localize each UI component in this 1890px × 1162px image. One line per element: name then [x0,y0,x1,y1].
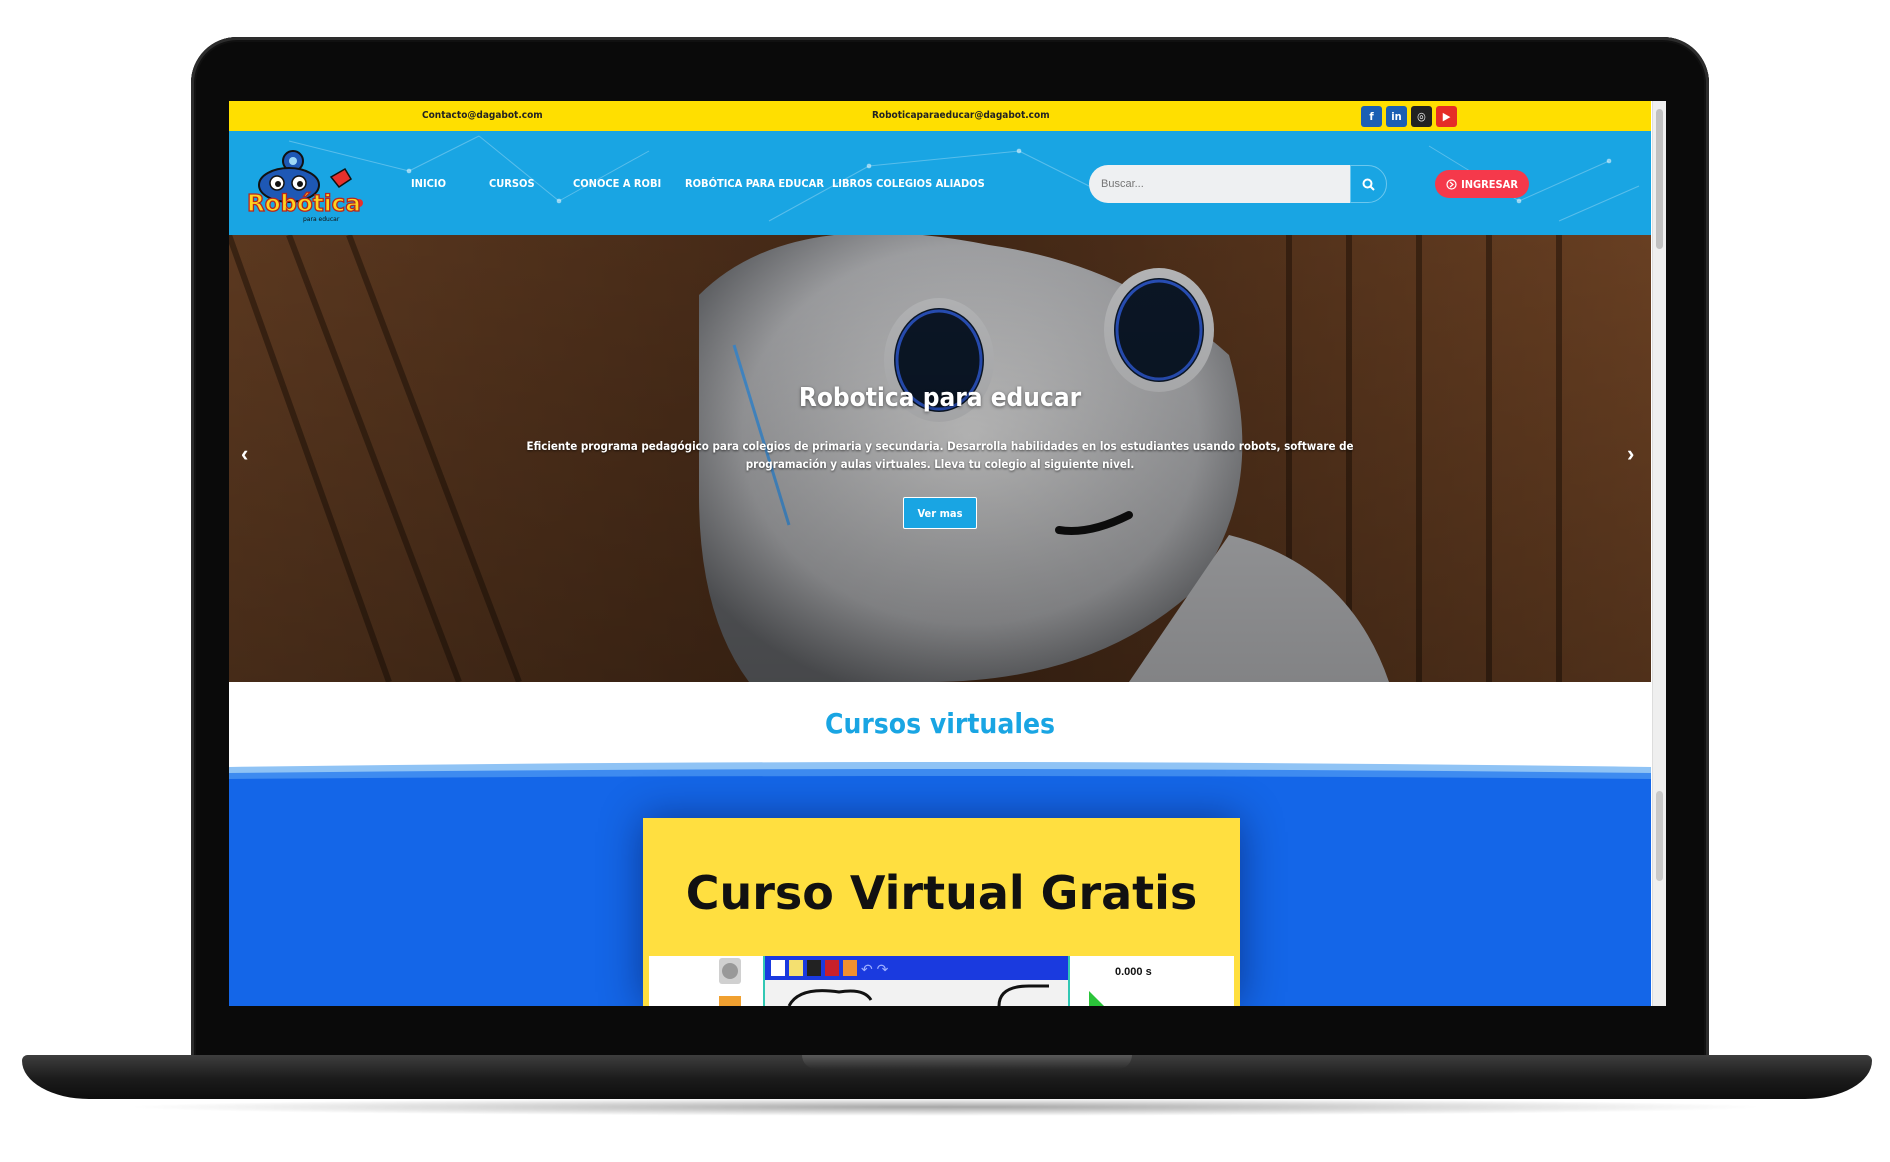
hero-slider: Robotica para educar Eficiente programa … [229,235,1651,682]
courses-heading: Cursos virtuales [824,707,1056,740]
simulation-timer: 0.000 s [1115,966,1152,978]
search-form [1089,165,1387,203]
education-email-link[interactable]: Roboticaparaeducar@dagabot.com [872,110,1050,121]
search-icon [1362,178,1375,191]
laptop-base [22,1055,1872,1099]
browser-screen: Contacto@dagabot.com Roboticaparaeducar@… [229,101,1666,1006]
svg-text:para educar: para educar [303,216,340,223]
hero-description: Eficiente programa pedagógico para coleg… [526,439,1354,471]
web-page: Contacto@dagabot.com Roboticaparaeducar@… [229,101,1651,1006]
nav-item-conoce-a-robi[interactable]: CONOCE A ROBI [573,177,661,190]
login-icon [1446,178,1457,190]
contact-topbar: Contacto@dagabot.com Roboticaparaeducar@… [229,101,1651,131]
login-button[interactable]: INGRESAR [1435,170,1529,198]
course-preview-image: ↶ ↷ 0.000 s [649,956,1234,1006]
login-label: INGRESAR [1461,177,1518,191]
social-links: f in ◎ ▶ [1361,106,1457,127]
laptop-shadow [120,1098,1770,1116]
youtube-icon[interactable]: ▶ [1436,106,1457,127]
nav-item-robótica-para-educar[interactable]: ROBÓTICA PARA EDUCAR [685,177,824,190]
app-screenshot: ↶ ↷ [719,956,1104,1006]
course-card-title: Curso Virtual Gratis [685,866,1198,920]
nav-item-cursos[interactable]: CURSOS [489,177,535,190]
page-scrollbar[interactable] [1652,101,1666,1006]
contact-email-link[interactable]: Contacto@dagabot.com [422,110,543,121]
slider-next-icon[interactable]: › [1627,441,1634,467]
nav-item-inicio[interactable]: INICIO [411,177,446,190]
robotica-logo[interactable]: Robótica para educar [241,143,371,225]
scrollbar-thumb[interactable] [1656,109,1663,249]
instagram-icon[interactable]: ◎ [1411,106,1432,127]
svg-text:Robótica: Robótica [247,191,361,217]
svg-text:↶ ↷: ↶ ↷ [861,961,889,977]
scrollbar-track-mark [1656,791,1663,881]
linkedin-icon[interactable]: in [1386,106,1407,127]
main-navigation: Robótica para educar INICIO CURSOS CONOCE … [229,131,1651,235]
nav-item-libros-colegios-aliados[interactable]: LIBROS COLEGIOS ALIADOS [832,177,985,190]
laptop-notch [802,1055,1132,1069]
search-input[interactable] [1089,165,1350,203]
ver-mas-button[interactable]: Ver mas [903,497,977,529]
hero-title: Robotica para educar [798,383,1082,413]
facebook-icon[interactable]: f [1361,106,1382,127]
search-button[interactable] [1350,165,1387,203]
free-course-card[interactable]: Curso Virtual Gratis ↶ ↷ 0.000 s [643,818,1240,1006]
slider-prev-icon[interactable]: ‹ [241,441,248,467]
